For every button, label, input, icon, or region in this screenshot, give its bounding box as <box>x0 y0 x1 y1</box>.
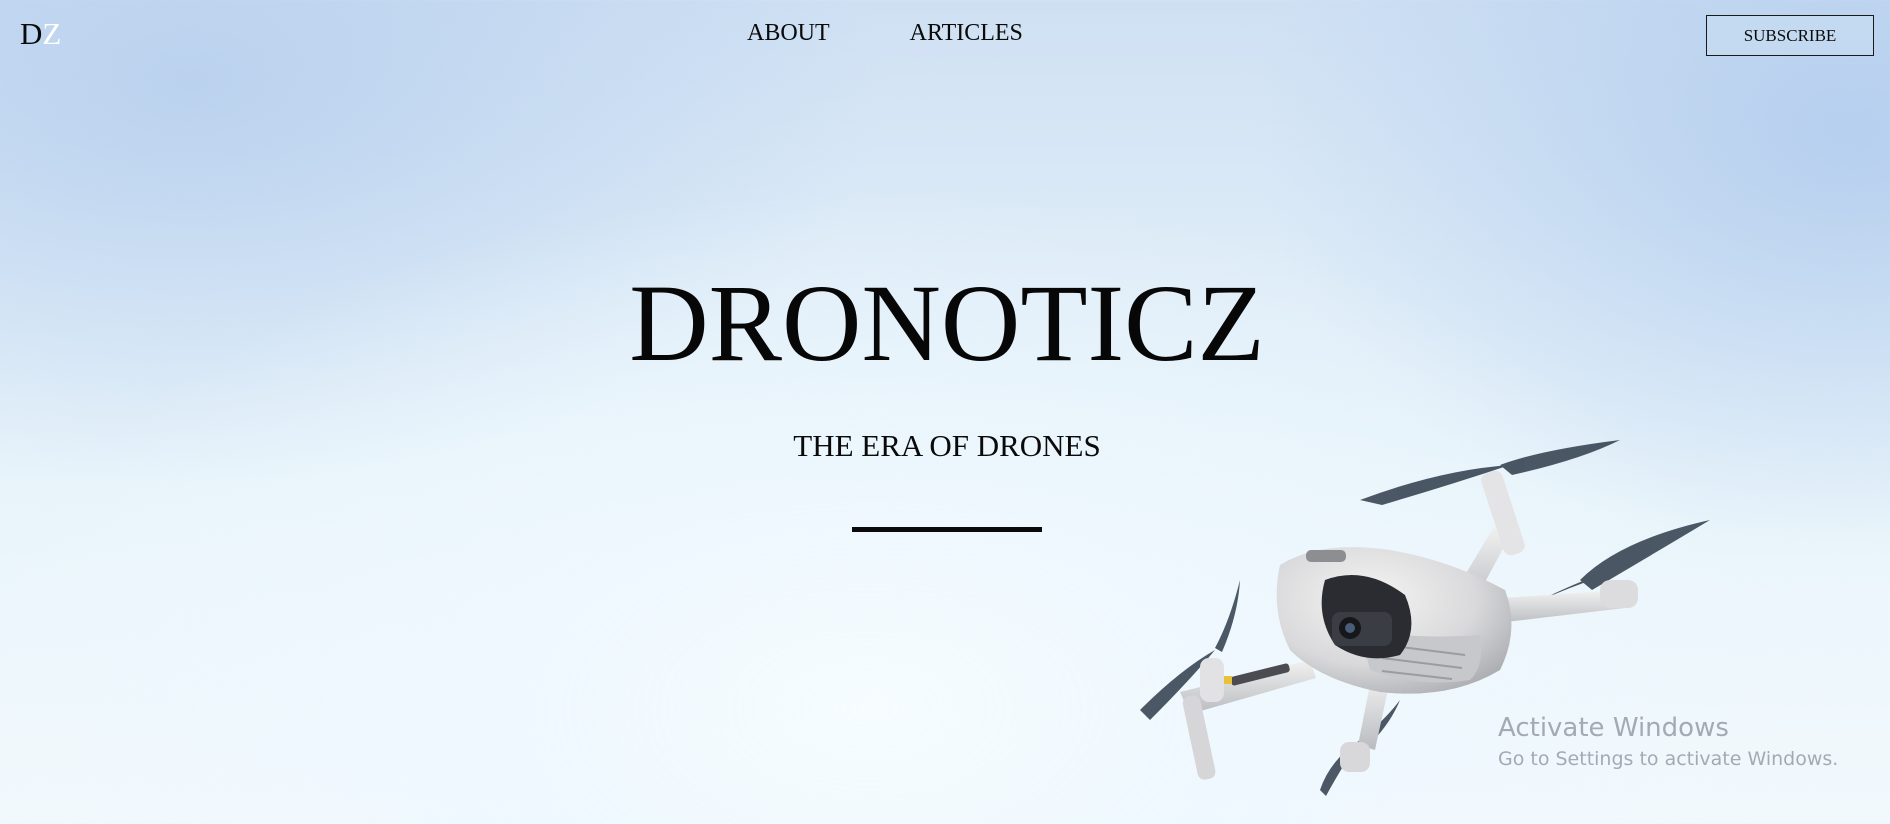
watermark-subtitle: Go to Settings to activate Windows. <box>1498 748 1839 770</box>
logo-letter-z: Z <box>42 16 62 51</box>
site-logo[interactable]: DZ <box>20 16 61 52</box>
nav-link-articles[interactable]: ARTICLES <box>910 18 1023 48</box>
watermark-title: Activate Windows <box>1498 713 1729 743</box>
nav-link-about[interactable]: ABOUT <box>747 18 830 48</box>
hero-title: DRONOTICZ <box>629 262 1265 384</box>
logo-letter-d: D <box>20 16 43 51</box>
main-nav: ABOUT ARTICLES <box>747 18 1023 48</box>
windows-activation-watermark: Activate Windows Go to Settings to activ… <box>1498 712 1838 772</box>
hero-divider <box>852 527 1042 532</box>
subscribe-button[interactable]: SUBSCRIBE <box>1706 15 1874 56</box>
